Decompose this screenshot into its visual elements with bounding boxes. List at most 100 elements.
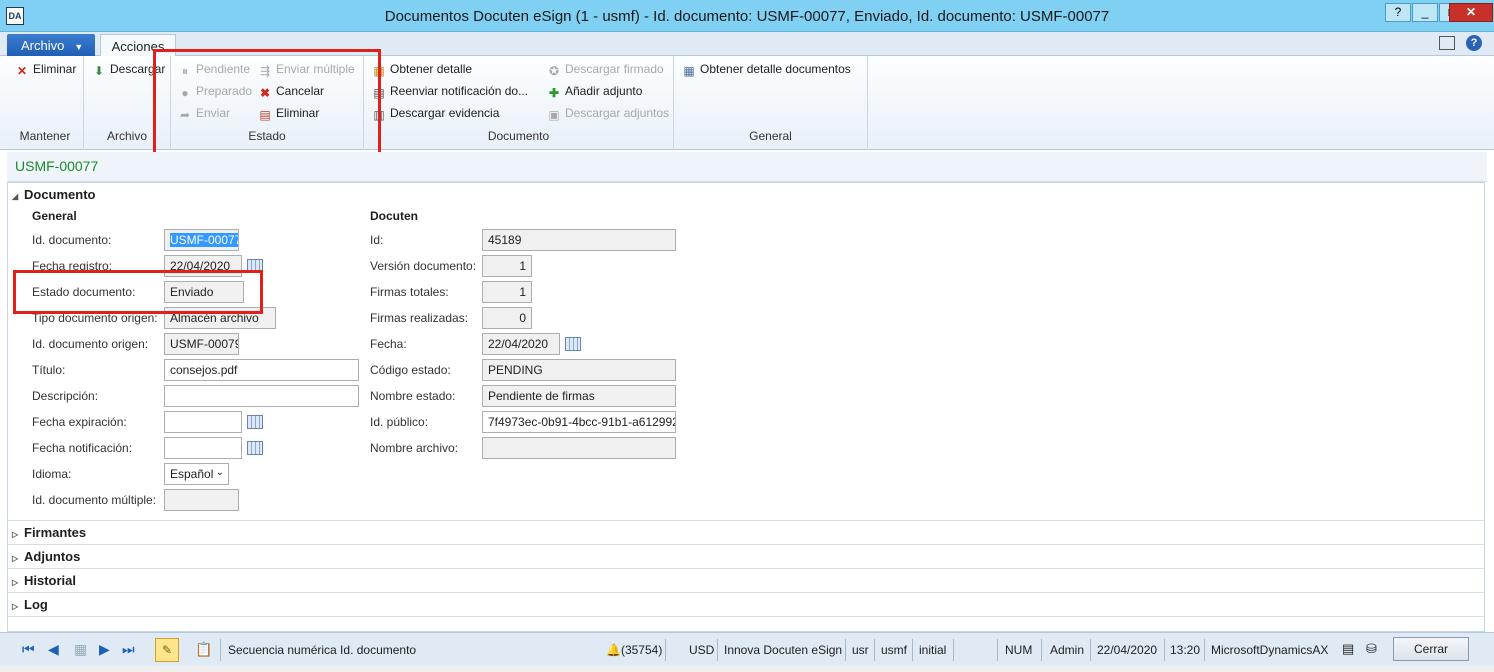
label-nombre-archivo: Nombre archivo: (370, 441, 459, 455)
label-firmas-totales: Firmas totales: (370, 285, 449, 299)
close-window-button[interactable]: ✕ (1449, 3, 1493, 22)
label-titulo: Título: (32, 363, 66, 377)
calendar-icon[interactable] (247, 441, 263, 455)
obtener-detalle-button[interactable]: ▦ Obtener detalle (372, 62, 472, 78)
currency: USD (689, 643, 715, 657)
delete-icon: ✕ (16, 64, 28, 78)
group-label-mantener: Mantener (19, 129, 71, 143)
codigo-estado-field[interactable]: PENDING (482, 359, 676, 381)
chevron-down-icon: ⌄ (215, 467, 224, 478)
previous-record-icon[interactable]: ◀ (48, 641, 59, 658)
general-heading: General (32, 209, 77, 223)
id-documento-multiple-field[interactable] (164, 489, 239, 511)
label-codigo-estado: Código estado: (370, 363, 451, 377)
eliminar-button[interactable]: ✕ Eliminar (15, 62, 76, 78)
firmas-totales-field[interactable]: 1 (482, 281, 532, 303)
notifications-count: (35754) (620, 643, 663, 657)
grid-view-icon[interactable]: ▦ (74, 641, 87, 658)
id-documento-origen-field[interactable]: USMF-00079 (164, 333, 239, 355)
section-firmantes[interactable]: ▷ Firmantes (12, 525, 86, 540)
calendar-icon[interactable] (565, 337, 581, 351)
highlight-estado-documento (13, 270, 263, 314)
divider (1204, 639, 1205, 661)
section-documento-label: Documento (24, 187, 96, 202)
company-name: Innova Docuten eSign (724, 643, 843, 657)
tab-tools: ? (1438, 35, 1482, 51)
first-record-icon[interactable]: ⏮ (22, 641, 35, 658)
tab-archivo[interactable]: Archivo ▼ (7, 34, 95, 56)
descripcion-field[interactable] (164, 385, 359, 407)
signed-download-icon: ✪ (548, 64, 560, 78)
expand-icon: ▷ (12, 602, 19, 611)
window-title: Documentos Docuten eSign (1 - usmf) - Id… (384, 8, 1110, 25)
last-record-icon[interactable]: ⏭ (122, 641, 135, 658)
help-window-button[interactable]: ? (1385, 3, 1411, 22)
divider (845, 639, 846, 661)
calendar-icon[interactable] (247, 415, 263, 429)
id-publico-field[interactable]: 7f4973ec-0b91-4bcc-91b1-a612992 (482, 411, 676, 433)
expand-icon: ▷ (12, 578, 19, 587)
section-adjuntos[interactable]: ▷ Adjuntos (12, 549, 80, 564)
divider (1090, 639, 1091, 661)
section-log[interactable]: ▷ Log (12, 597, 48, 612)
help-icon[interactable]: ? (1466, 35, 1482, 51)
record-id: USMF-00077 (15, 158, 99, 174)
label-id-documento-origen: Id. documento origen: (32, 337, 149, 351)
title-bar: DA Documentos Docuten eSign (1 - usmf) -… (0, 0, 1494, 32)
edit-mode-icon[interactable]: ✎ (155, 638, 179, 662)
divider (8, 520, 1484, 521)
divider (1164, 639, 1165, 661)
titulo-field[interactable]: consejos.pdf (164, 359, 359, 381)
id-documento-field[interactable]: USMF-00077 (164, 229, 239, 251)
descargar-adjuntos-label: Descargar adjuntos (565, 106, 670, 120)
tab-archivo-label: Archivo (21, 38, 65, 53)
highlight-estado-group (153, 49, 381, 159)
bottom-strip (0, 666, 1494, 672)
descargar-firmado-button[interactable]: ✪ Descargar firmado (547, 62, 664, 78)
firmas-realizadas-field[interactable]: 0 (482, 307, 532, 329)
descargar-firmado-label: Descargar firmado (565, 62, 664, 76)
database-icon[interactable]: ⛁ (1366, 641, 1377, 657)
divider (953, 639, 954, 661)
nombre-archivo-field[interactable] (482, 437, 676, 459)
fecha-expiracion-field[interactable] (164, 411, 242, 433)
minimize-button[interactable]: _ (1412, 3, 1438, 22)
reenviar-notificacion-button[interactable]: ▤ Reenviar notificación do... (372, 84, 528, 100)
notifications-status[interactable]: 🔔(35754) (606, 643, 662, 657)
descargar-adjuntos-button[interactable]: ▣ Descargar adjuntos (547, 106, 669, 122)
nombre-estado-field[interactable]: Pendiente de firmas (482, 385, 676, 407)
descargar-evidencia-label: Descargar evidencia (390, 106, 500, 120)
version-documento-field[interactable]: 1 (482, 255, 532, 277)
next-record-icon[interactable]: ▶ (99, 641, 110, 658)
section-firmantes-label: Firmantes (24, 525, 87, 540)
printer-icon[interactable]: ▤ (1342, 641, 1354, 657)
obtener-detalle-label: Obtener detalle (390, 62, 473, 76)
anadir-adjunto-button[interactable]: ✚ Añadir adjunto (547, 84, 642, 100)
collapse-icon: ◢ (12, 192, 19, 201)
id-field[interactable]: 45189 (482, 229, 676, 251)
idioma-value: Español (170, 467, 214, 481)
divider (8, 616, 1484, 617)
descargar-evidencia-button[interactable]: ▥ Descargar evidencia (372, 106, 499, 122)
fecha-field[interactable]: 22/04/2020 (482, 333, 560, 355)
label-version-documento: Versión documento: (370, 259, 477, 273)
divider (874, 639, 875, 661)
section-historial[interactable]: ▷ Historial (12, 573, 76, 588)
form-content: ◢ Documento General Id. documento: USMF-0… (7, 182, 1485, 632)
label-id-publico: Id. público: (370, 415, 429, 429)
add-attachment-icon: ✚ (548, 86, 560, 100)
layout-icon[interactable] (1438, 36, 1455, 50)
divider (220, 639, 221, 661)
obtener-detalle-documentos-button[interactable]: ▦ Obtener detalle documentos (682, 62, 851, 78)
idioma-select[interactable]: Español ⌄ (164, 463, 229, 485)
obtener-detalle-documentos-label: Obtener detalle documentos (700, 62, 851, 76)
fecha-notificacion-field[interactable] (164, 437, 242, 459)
label-nombre-estado: Nombre estado: (370, 389, 456, 403)
numbering-sequence: Secuencia numérica Id. documento (228, 643, 417, 657)
label-id-documento: Id. documento: (32, 233, 112, 247)
copy-icon[interactable]: 📋 (195, 641, 212, 658)
section-documento[interactable]: ◢ Documento (12, 187, 96, 202)
cerrar-button[interactable]: Cerrar (1393, 637, 1469, 661)
session-time: 13:20 (1170, 643, 1201, 657)
attachments-download-icon: ▣ (548, 108, 560, 122)
